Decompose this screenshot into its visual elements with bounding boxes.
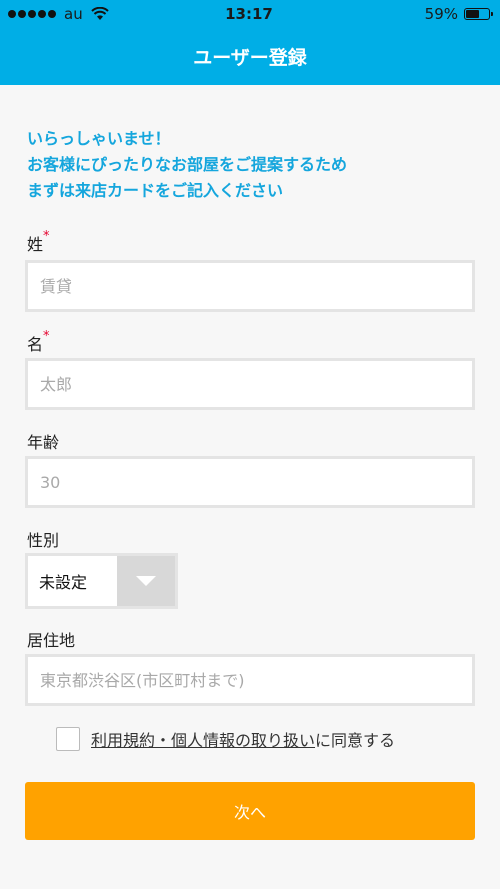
- status-time: 13:17: [225, 5, 273, 23]
- page-title: ユーザー登録: [193, 47, 307, 69]
- dropdown-button[interactable]: [117, 556, 175, 606]
- next-button[interactable]: 次へ: [25, 782, 475, 840]
- status-right: 59%: [330, 5, 493, 23]
- signal-dot: [38, 10, 46, 18]
- battery-fill: [466, 10, 479, 18]
- intro-line-1: いらっしゃいませ！: [27, 129, 171, 148]
- required-mark: *: [43, 329, 50, 344]
- terms-link[interactable]: 利用規約・個人情報の取り扱い: [91, 731, 315, 750]
- residence-label: 居住地: [27, 631, 76, 650]
- last-name-label: 姓*: [27, 229, 50, 255]
- signal-icon: [8, 10, 56, 18]
- wifi-icon: [91, 7, 109, 20]
- intro-message: いらっしゃいませ！ お客様にぴったりなお部屋をご提案するため まずは来店カードを…: [27, 126, 477, 204]
- agreement-suffix: に同意する: [315, 731, 396, 750]
- nav-bar: ユーザー登録: [0, 28, 500, 85]
- signal-dot: [18, 10, 26, 18]
- required-mark: *: [43, 229, 50, 244]
- signal-dot: [8, 10, 16, 18]
- agree-checkbox[interactable]: [56, 727, 80, 751]
- last-name-input[interactable]: [25, 260, 475, 312]
- age-label: 年齢: [27, 433, 60, 452]
- gender-select[interactable]: 未設定: [25, 553, 178, 609]
- chevron-down-icon: [136, 576, 156, 586]
- age-input[interactable]: [25, 456, 475, 508]
- status-left: au: [8, 5, 168, 23]
- first-name-label: 名*: [27, 329, 50, 355]
- residence-input[interactable]: [25, 654, 475, 706]
- intro-line-2: お客様にぴったりなお部屋をご提案するため: [27, 155, 348, 174]
- signal-dot: [48, 10, 56, 18]
- status-bar: au 13:17 59%: [0, 0, 500, 28]
- gender-label: 性別: [27, 531, 60, 550]
- last-name-label-text: 姓: [27, 235, 44, 254]
- signal-dot: [28, 10, 36, 18]
- agreement-text: 利用規約・個人情報の取り扱いに同意する: [91, 727, 395, 751]
- intro-line-3: まずは来店カードをご記入ください: [27, 181, 284, 200]
- battery-percent: 59%: [424, 5, 458, 23]
- battery-icon: [464, 8, 493, 20]
- gender-selected-value: 未設定: [39, 573, 88, 592]
- first-name-input[interactable]: [25, 358, 475, 410]
- first-name-label-text: 名: [27, 335, 44, 354]
- agreement-row: 利用規約・個人情報の取り扱いに同意する: [56, 727, 395, 751]
- carrier-name: au: [64, 5, 83, 23]
